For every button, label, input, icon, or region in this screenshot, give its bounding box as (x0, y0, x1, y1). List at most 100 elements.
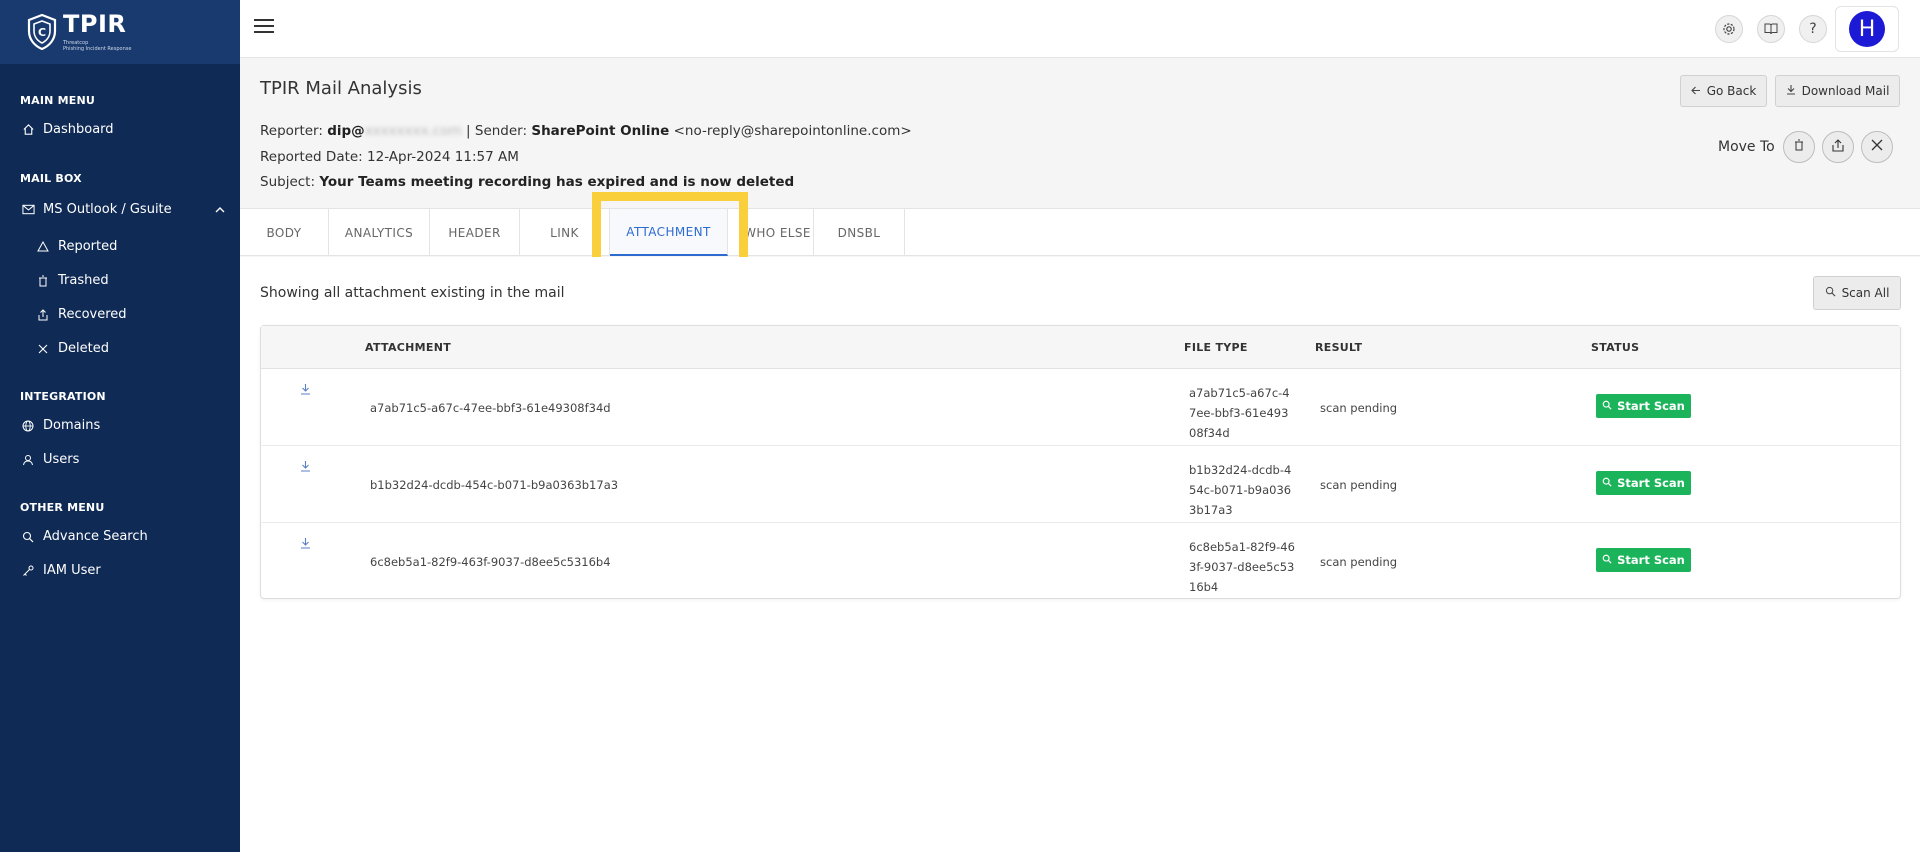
attachment-name: b1b32d24-dcdb-454c-b071-b9a0363b17a3 (370, 478, 619, 492)
download-mail-label: Download Mail (1801, 84, 1890, 98)
sidebar-item-domains[interactable]: Domains (20, 418, 100, 433)
subject-line: Subject: Your Teams meeting recording ha… (260, 174, 794, 190)
brand-title: TPIR (63, 10, 127, 38)
tab-header[interactable]: HEADER (430, 209, 520, 256)
download-mail-button[interactable]: Download Mail (1775, 75, 1900, 107)
scan-all-button[interactable]: Scan All (1813, 276, 1901, 310)
reported-date: 12-Apr-2024 11:57 AM (367, 149, 519, 165)
arrow-left-icon (1690, 84, 1701, 98)
reporter-line: Reporter: dip@xxxxxxxx.com | Sender: Sha… (260, 123, 912, 139)
hamburger-menu-icon[interactable] (254, 19, 274, 37)
start-scan-label: Start Scan (1617, 399, 1685, 413)
help-icon[interactable]: ? (1799, 15, 1827, 43)
attachment-file-type: b1b32d24-dcdb-454c-b071-b9a0363b17a3 (1189, 463, 1292, 517)
move-to-label: Move To (1718, 139, 1775, 155)
download-icon[interactable] (300, 460, 311, 475)
sidebar-item-advance-search[interactable]: Advance Search (20, 529, 148, 544)
start-scan-button[interactable]: Start Scan (1596, 394, 1691, 418)
sidebar-item-label: Deleted (58, 341, 109, 356)
showing-text: Showing all attachment existing in the m… (260, 285, 565, 301)
attachment-name: a7ab71c5-a67c-47ee-bbf3-61e49308f34d (370, 401, 611, 415)
section-integration: INTEGRATION (20, 390, 106, 403)
tab-analytics[interactable]: ANALYTICS (329, 209, 430, 256)
go-back-label: Go Back (1706, 84, 1757, 98)
section-mail-box: MAIL BOX (20, 172, 82, 185)
avatar[interactable]: H (1849, 11, 1885, 47)
start-scan-button[interactable]: Start Scan (1596, 471, 1691, 495)
sidebar-item-label: Reported (58, 239, 118, 254)
avatar-container[interactable]: H (1835, 6, 1899, 52)
book-icon[interactable] (1757, 15, 1785, 43)
start-scan-label: Start Scan (1617, 476, 1685, 490)
search-icon (1602, 476, 1612, 490)
attachment-file-type: 6c8eb5a1-82f9-463f-9037-d8ee5c5316b4 (1189, 540, 1295, 594)
recover-icon (1831, 138, 1845, 156)
sidebar-item-iam-user[interactable]: IAM User (20, 563, 101, 578)
sidebar-item-users[interactable]: Users (20, 452, 79, 467)
search-icon (20, 531, 36, 543)
settings-gear-icon[interactable] (1715, 15, 1743, 43)
attachment-result: scan pending (1320, 401, 1398, 415)
attachment-file-type: a7ab71c5-a67c-47ee-bbf3-61e49308f34d (1189, 386, 1290, 440)
search-icon (1825, 286, 1836, 300)
reporter-domain-redacted: xxxxxxxx.com (364, 123, 462, 139)
tab-bar: BODY ANALYTICS HEADER LINK ATTACHMENT WH… (240, 208, 1920, 256)
search-icon (1602, 399, 1612, 413)
download-icon[interactable] (300, 383, 311, 398)
search-icon (1602, 553, 1612, 567)
download-icon[interactable] (300, 537, 311, 552)
brand-subtitle-2: Phishing Incident Response (63, 46, 132, 52)
sender-name: SharePoint Online (531, 123, 670, 139)
user-icon (20, 454, 36, 466)
chevron-up-icon[interactable] (215, 203, 225, 216)
sender-label: | Sender: (466, 123, 528, 139)
sidebar-item-ms-outlook[interactable]: MS Outlook / Gsuite (20, 202, 230, 217)
table-header: ATTACHMENT FILE TYPE RESULT STATUS (261, 326, 1900, 369)
go-back-button[interactable]: Go Back (1680, 75, 1767, 107)
close-icon (1871, 139, 1883, 155)
sidebar-item-trashed[interactable]: Trashed (35, 273, 109, 288)
sidebar-item-label: Advance Search (43, 529, 148, 544)
column-header-status: STATUS (1591, 341, 1640, 354)
sender-email: <no-reply@sharepointonline.com> (673, 123, 912, 139)
start-scan-button[interactable]: Start Scan (1596, 548, 1691, 572)
svg-text:C: C (38, 26, 46, 39)
move-to-recover-button[interactable] (1822, 131, 1854, 163)
trash-icon (35, 275, 51, 287)
recover-icon (35, 308, 51, 321)
sidebar-item-recovered[interactable]: Recovered (35, 307, 127, 322)
top-bar: ? H (240, 0, 1920, 58)
sidebar-item-label: Users (43, 452, 80, 467)
sidebar-item-reported[interactable]: Reported (35, 239, 117, 254)
home-icon (20, 123, 36, 136)
sidebar-item-label: Dashboard (43, 122, 114, 137)
sidebar-item-deleted[interactable]: Deleted (35, 341, 109, 356)
close-icon (35, 344, 51, 354)
section-main-menu: MAIN MENU (20, 94, 95, 107)
globe-icon (20, 420, 36, 432)
reported-date-label: Reported Date: (260, 149, 363, 165)
subject-text: Your Teams meeting recording has expired… (319, 174, 795, 190)
sidebar-item-label: IAM User (43, 563, 101, 578)
tab-body[interactable]: BODY (240, 209, 329, 256)
sidebar: C TPIR Threatcop Phishing Incident Respo… (0, 0, 240, 852)
page-title: TPIR Mail Analysis (260, 78, 422, 99)
subject-label: Subject: (260, 174, 316, 190)
section-other-menu: OTHER MENU (20, 501, 105, 514)
reporter-label: Reporter: (260, 123, 323, 139)
table-row: 6c8eb5a1-82f9-463f-9037-d8ee5c5316b4 6c8… (261, 523, 1900, 600)
sidebar-item-dashboard[interactable]: Dashboard (20, 122, 114, 137)
move-to-trash-button[interactable] (1783, 131, 1815, 163)
trash-icon (1794, 139, 1804, 155)
attachment-table: ATTACHMENT FILE TYPE RESULT STATUS a7ab7… (260, 325, 1901, 599)
brand-logo[interactable]: C TPIR Threatcop Phishing Incident Respo… (0, 0, 240, 64)
attachment-result: scan pending (1320, 478, 1398, 492)
column-header-attachment: ATTACHMENT (365, 341, 452, 354)
reported-date-line: Reported Date: 12-Apr-2024 11:57 AM (260, 149, 519, 165)
move-to-delete-button[interactable] (1861, 131, 1893, 163)
reporter-name: dip@ (327, 123, 365, 139)
attachment-name: 6c8eb5a1-82f9-463f-9037-d8ee5c5316b4 (370, 555, 611, 569)
tab-dnsbl[interactable]: DNSBL (814, 209, 905, 256)
download-icon (1786, 84, 1796, 98)
table-row: a7ab71c5-a67c-47ee-bbf3-61e49308f34d a7a… (261, 369, 1900, 446)
